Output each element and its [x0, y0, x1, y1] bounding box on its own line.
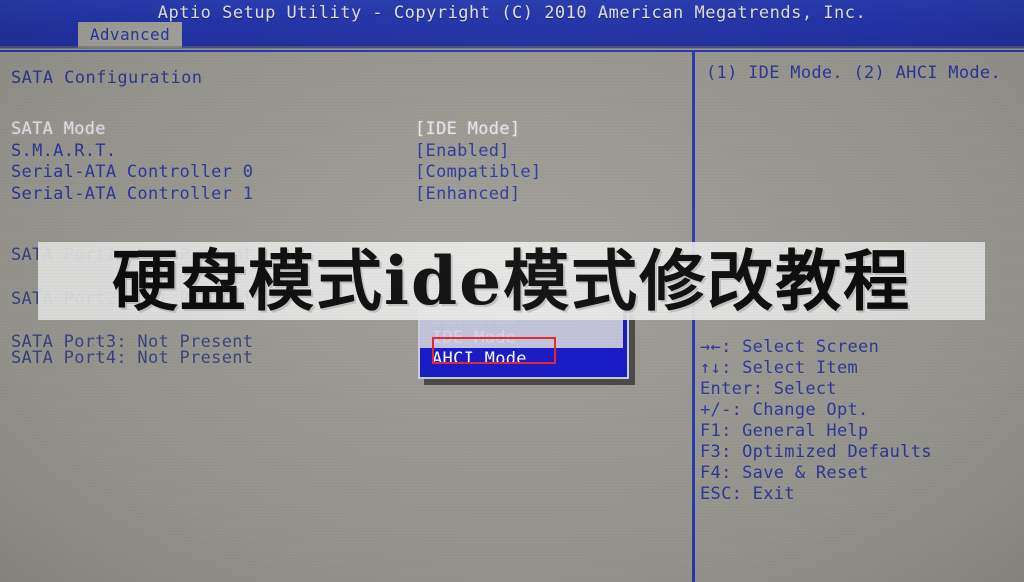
key-glyph: F1 [700, 421, 722, 441]
key-action: : Exit [731, 484, 795, 504]
setting-row-smart[interactable]: S.M.A.R.T. [Enabled] [11, 141, 681, 162]
section-title: SATA Configuration [11, 68, 203, 88]
key-legend-row: +/-: Change Opt. [700, 400, 1018, 421]
overlay-caption-banner: 硬盘模式ide模式修改教程 [38, 242, 985, 320]
key-action: : Save & Reset [721, 463, 869, 483]
setting-label: Serial-ATA Controller 1 [11, 184, 254, 204]
key-legend: →←: Select Screen ↑↓: Select Item Enter:… [700, 337, 1018, 505]
sata-port4-status: SATA Port4: Not Present [11, 348, 254, 368]
setting-row-serial-ata-controller-1[interactable]: Serial-ATA Controller 1 [Enhanced] [11, 184, 681, 205]
key-legend-row: ↑↓: Select Item [700, 358, 1018, 379]
key-glyph: →← [700, 337, 722, 357]
tabstrip-shadow [0, 46, 1024, 49]
key-action: : General Help [721, 421, 869, 441]
key-legend-row: F3: Optimized Defaults [700, 442, 1018, 463]
key-glyph: F4 [700, 463, 722, 483]
setting-value[interactable]: [Compatible] [415, 162, 541, 182]
key-action: : Change Opt. [731, 400, 869, 420]
key-glyph: +/- [700, 400, 732, 420]
key-glyph: ESC [700, 484, 732, 504]
overlay-caption-text: 硬盘模式ide模式修改教程 [111, 242, 912, 320]
setting-row-sata-mode[interactable]: SATA Mode [IDE Mode] [11, 119, 681, 140]
setting-value[interactable]: [Enhanced] [415, 184, 520, 204]
key-action: : Select Item [721, 358, 859, 378]
setting-label: Serial-ATA Controller 0 [11, 162, 254, 182]
key-action: : Select Screen [721, 337, 880, 357]
key-legend-row: →←: Select Screen [700, 337, 1018, 358]
key-action: : Select [752, 379, 837, 399]
page-title: Aptio Setup Utility - Copyright (C) 2010… [157, 3, 867, 23]
key-action: : Optimized Defaults [721, 442, 932, 462]
key-legend-row: F1: General Help [700, 421, 1018, 442]
annotation-highlight-box [432, 337, 556, 364]
tab-advanced[interactable]: Advanced [78, 22, 182, 48]
key-glyph: ↑↓ [700, 358, 722, 378]
key-legend-row: ESC: Exit [700, 484, 1018, 505]
key-legend-row: Enter: Select [700, 379, 1018, 400]
setting-label: SATA Mode [11, 119, 106, 139]
key-glyph: Enter [700, 379, 753, 399]
setting-row-serial-ata-controller-0[interactable]: Serial-ATA Controller 0 [Compatible] [11, 162, 681, 183]
help-description: (1) IDE Mode. (2) AHCI Mode. [706, 63, 1001, 83]
setting-label: S.M.A.R.T. [11, 141, 117, 161]
setting-value[interactable]: [IDE Mode] [415, 119, 520, 139]
key-legend-row: F4: Save & Reset [700, 463, 1018, 484]
bios-setup-screen: Aptio Setup Utility - Copyright (C) 2010… [0, 0, 1024, 582]
key-glyph: F3 [700, 442, 722, 462]
setting-value[interactable]: [Enabled] [415, 141, 510, 161]
